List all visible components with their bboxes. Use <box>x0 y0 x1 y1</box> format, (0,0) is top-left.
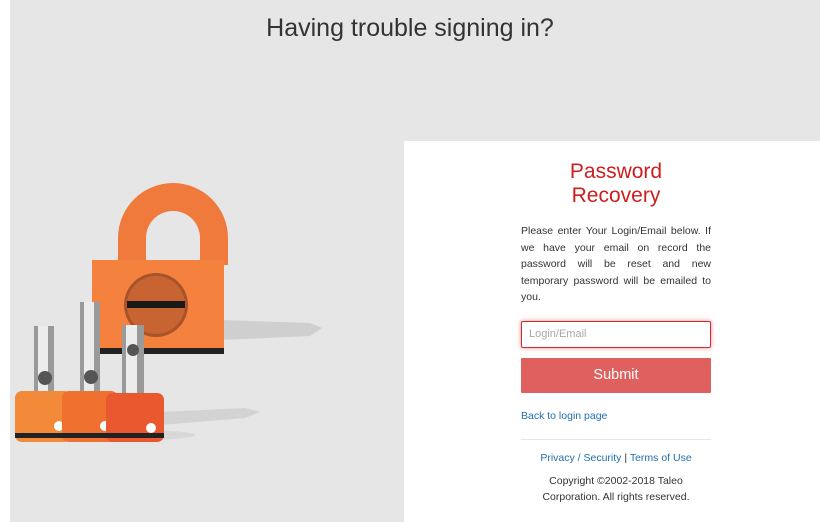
login-email-input[interactable] <box>521 320 711 348</box>
footer-links: Privacy / Security | Terms of Use <box>521 452 711 464</box>
link-separator: | <box>624 451 628 464</box>
page-heading: Having trouble signing in? <box>266 14 554 42</box>
terms-of-use-link[interactable]: Terms of Use <box>630 452 692 464</box>
back-to-login-link[interactable]: Back to login page <box>521 410 711 422</box>
padlock-icon <box>92 183 228 354</box>
privacy-security-link[interactable]: Privacy / Security <box>540 452 621 464</box>
panel-title-line1: Password <box>569 160 663 183</box>
copyright-text: Copyright ©2002-2018 Taleo Corporation. … <box>521 473 711 505</box>
copyright-line1: Copyright ©2002-2018 Taleo <box>549 474 683 487</box>
divider <box>521 438 711 440</box>
instructions-text: Please enter Your Login/Email below. If … <box>521 225 711 303</box>
submit-button[interactable]: Submit <box>521 357 711 393</box>
password-recovery-panel: Password Recovery Please enter Your Logi… <box>404 141 820 522</box>
password-recovery-form: Password Recovery Please enter Your Logi… <box>521 141 711 505</box>
lock-and-keys-illustration <box>15 183 322 442</box>
panel-title: Password Recovery <box>521 160 711 208</box>
copyright-line2: Corporation. All rights reserved. <box>542 490 690 503</box>
panel-title-line2: Recovery <box>571 184 661 207</box>
